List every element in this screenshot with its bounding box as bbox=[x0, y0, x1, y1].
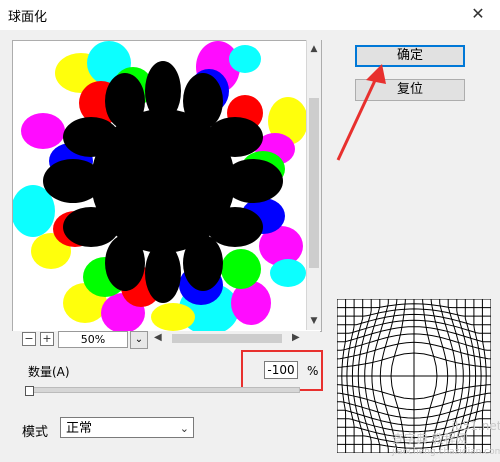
scroll-right-icon[interactable]: ▶ bbox=[292, 332, 300, 343]
preview-image bbox=[13, 41, 321, 331]
scroll-up-icon[interactable]: ▲ bbox=[307, 42, 321, 56]
title-bar: 球面化 ✕ bbox=[0, 0, 500, 30]
amount-slider-thumb[interactable] bbox=[25, 386, 34, 396]
watermark-line1: 查字典 教程网 bbox=[392, 432, 468, 446]
annotation-arrow-icon bbox=[336, 64, 386, 161]
dialog-title: 球面化 bbox=[8, 10, 48, 25]
scroll-down-icon[interactable]: ▼ bbox=[307, 314, 321, 328]
amount-slider-track[interactable] bbox=[28, 387, 300, 393]
zoom-out-button[interactable]: − bbox=[22, 332, 36, 346]
chevron-down-icon: ⌄ bbox=[179, 422, 189, 435]
watermark-line2: jiaocheng.chazidian.com bbox=[392, 447, 500, 457]
preview-panel[interactable] bbox=[12, 40, 322, 332]
preview-center-disc bbox=[91, 109, 235, 253]
mode-label: 模式 bbox=[22, 425, 49, 440]
scroll-left-icon[interactable]: ◀ bbox=[154, 332, 162, 343]
mode-selected-value: 正常 bbox=[66, 421, 93, 436]
amount-label: 数量(A) bbox=[28, 365, 70, 379]
vertical-scroll-thumb[interactable] bbox=[309, 98, 319, 268]
amount-input[interactable]: -100 bbox=[264, 361, 298, 379]
zoom-dropdown-chevron-icon[interactable]: ⌄ bbox=[130, 331, 148, 349]
close-icon[interactable]: ✕ bbox=[468, 4, 488, 24]
zoom-value[interactable]: 50% bbox=[58, 331, 128, 348]
watermark: jb51.net 查字典 教程网 jiaocheng.chazidian.com bbox=[392, 420, 500, 459]
amount-unit: % bbox=[307, 364, 319, 378]
preview-zoom-bar: − + 50% ⌄ ◀ ▶ bbox=[12, 331, 320, 349]
preview-vertical-scrollbar[interactable]: ▲ ▼ bbox=[306, 40, 321, 330]
spherize-dialog: 球面化 ✕ ▲ ▼ − + 50% ⌄ ◀ ▶ 确定 复位 数量(A) -100… bbox=[0, 0, 500, 462]
horizontal-scroll-thumb[interactable] bbox=[172, 334, 282, 343]
mode-select[interactable]: 正常 ⌄ bbox=[60, 417, 194, 438]
zoom-in-button[interactable]: + bbox=[40, 332, 54, 346]
